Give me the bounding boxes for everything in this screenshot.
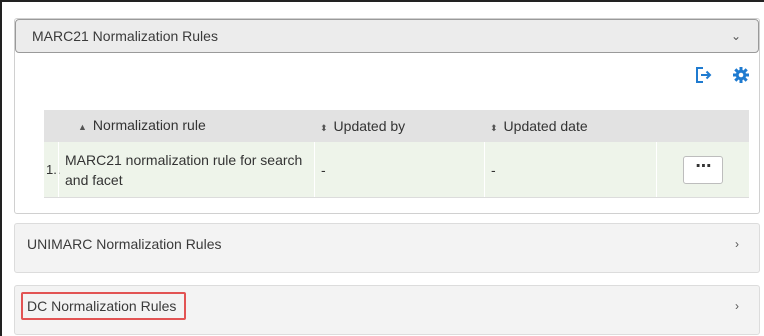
dc-panel-title: DC Normalization Rules [21,292,187,320]
column-header-updated-by-label: Updated by [333,118,406,134]
rule-name: MARC21 normalization rule for search and… [65,151,303,188]
gear-icon[interactable] [732,66,750,84]
window-frame-top [0,0,764,2]
dc-panel: DC Normalization Rules › [14,285,760,335]
column-header-rule-label: Normalization rule [92,117,206,133]
window-frame-left [0,0,2,336]
column-header-updated-date-label: Updated date [503,118,588,134]
row-index: 1.. [46,162,61,177]
dc-panel-header[interactable]: DC Normalization Rules › [15,286,759,326]
table-row[interactable]: 1.. MARC21 normalization rule for search… [44,142,749,198]
actions-cell: ⋯ [656,142,749,197]
chevron-right-icon[interactable]: › [729,299,745,313]
rules-table: ▲ Normalization rule ⬍ Updated by ⬍ Updated… [44,110,749,198]
sort-icon[interactable]: ⬍ [490,123,498,133]
column-header-updated-by[interactable]: ⬍ Updated by [314,118,484,134]
column-header-updated-date[interactable]: ⬍ Updated date [484,118,656,134]
table-toolbar [694,60,750,90]
marc21-panel-header[interactable]: MARC21 Normalization Rules ⌄ [15,19,759,53]
more-actions-button[interactable]: ⋯ [683,155,723,184]
rule-name-cell[interactable]: MARC21 normalization rule for search and… [58,142,314,197]
updated-by-cell: - [314,142,484,197]
updated-date-cell: - [484,142,656,197]
table-header: ▲ Normalization rule ⬍ Updated by ⬍ Updated… [44,110,749,142]
updated-date-value: - [491,161,496,178]
unimarc-panel-header[interactable]: UNIMARC Normalization Rules › [15,224,759,264]
chevron-down-icon[interactable]: ⌄ [728,29,744,43]
column-header-rule[interactable]: ▲ Normalization rule [58,115,314,137]
updated-by-value: - [321,161,326,178]
chevron-right-icon[interactable]: › [729,237,745,251]
sort-asc-icon[interactable]: ▲ [78,122,87,132]
unimarc-panel-title: UNIMARC Normalization Rules [27,236,222,252]
export-icon[interactable] [694,66,712,84]
unimarc-panel: UNIMARC Normalization Rules › [14,223,760,273]
sort-icon[interactable]: ⬍ [320,123,328,133]
marc21-panel-title: MARC21 Normalization Rules [32,28,218,44]
